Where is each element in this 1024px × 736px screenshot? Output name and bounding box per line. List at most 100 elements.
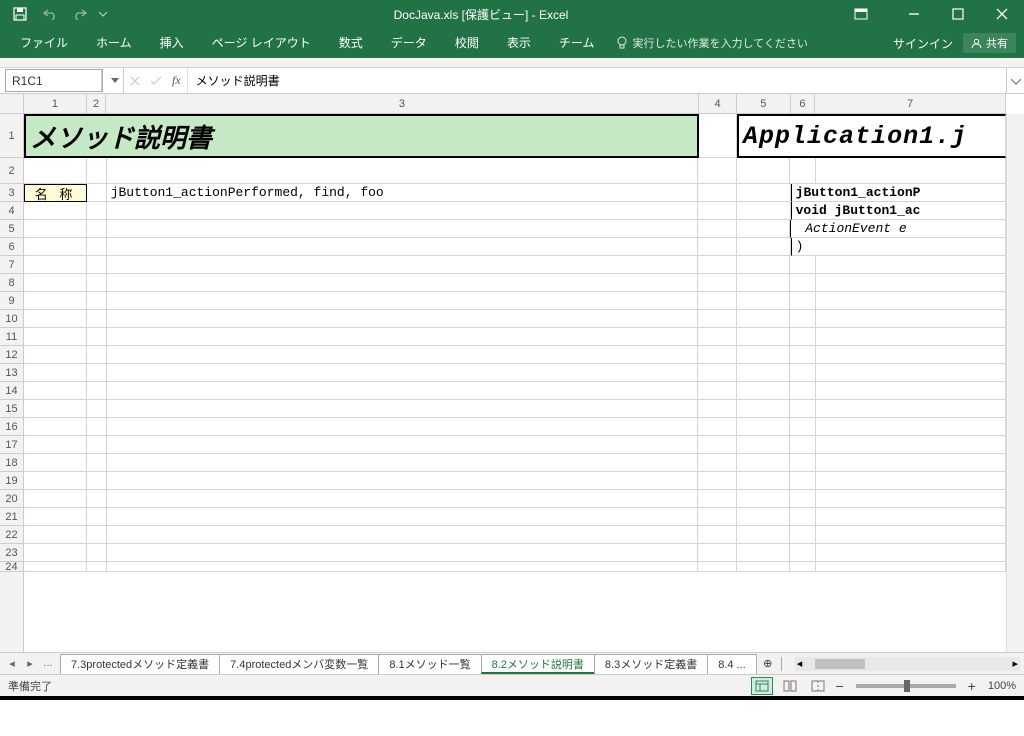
cell[interactable]: [737, 346, 791, 364]
cell[interactable]: [737, 454, 791, 472]
cell-right-r4[interactable]: void jButton1_ac: [791, 202, 1006, 220]
vertical-scrollbar[interactable]: [1006, 114, 1024, 652]
zoom-in-button[interactable]: +: [968, 678, 976, 694]
cell[interactable]: [87, 346, 106, 364]
cell-name-label[interactable]: 名 称: [24, 184, 87, 202]
cell[interactable]: [87, 526, 106, 544]
cell[interactable]: [698, 158, 736, 184]
cell[interactable]: [790, 526, 815, 544]
cell[interactable]: [698, 274, 736, 292]
insert-function-button[interactable]: fx: [172, 73, 181, 88]
cell[interactable]: [24, 202, 87, 220]
zoom-level[interactable]: 100%: [988, 680, 1016, 692]
cell[interactable]: [737, 364, 791, 382]
cell[interactable]: [107, 256, 699, 274]
zoom-thumb[interactable]: [904, 680, 910, 692]
cancel-icon[interactable]: [130, 76, 140, 86]
row-header[interactable]: 2: [0, 158, 23, 184]
cell[interactable]: [790, 472, 815, 490]
horizontal-scrollbar[interactable]: ◂ ▸: [795, 657, 1020, 671]
column-headers[interactable]: 1234567: [24, 94, 1006, 114]
row-header[interactable]: 12: [0, 346, 23, 364]
tab-page-layout[interactable]: ページ レイアウト: [198, 28, 325, 58]
cell[interactable]: [737, 526, 791, 544]
row-header[interactable]: 3: [0, 184, 23, 202]
cell[interactable]: [790, 490, 815, 508]
cell[interactable]: [698, 418, 736, 436]
row-header[interactable]: 7: [0, 256, 23, 274]
cell[interactable]: [698, 526, 736, 544]
cell[interactable]: [698, 256, 736, 274]
cell[interactable]: [816, 158, 1007, 184]
column-header[interactable]: 7: [815, 94, 1006, 113]
cell[interactable]: [24, 400, 87, 418]
view-page-layout-button[interactable]: [779, 677, 801, 695]
row-header[interactable]: 19: [0, 472, 23, 490]
cell[interactable]: [816, 328, 1007, 346]
cell[interactable]: [107, 454, 699, 472]
row-header[interactable]: 22: [0, 526, 23, 544]
cell[interactable]: [107, 544, 699, 562]
tell-me-search[interactable]: 実行したい作業を入力してください: [616, 35, 807, 51]
share-button[interactable]: 共有: [963, 33, 1016, 53]
cell[interactable]: [107, 400, 699, 418]
row-header[interactable]: 24: [0, 562, 23, 572]
cell[interactable]: [816, 292, 1007, 310]
cell[interactable]: [87, 472, 106, 490]
cell[interactable]: [816, 454, 1007, 472]
cell[interactable]: [790, 454, 815, 472]
cell[interactable]: [24, 382, 87, 400]
cell[interactable]: [698, 490, 736, 508]
cell[interactable]: [87, 436, 106, 454]
cell[interactable]: [24, 508, 87, 526]
name-box-dropdown[interactable]: [106, 68, 124, 93]
column-header[interactable]: 4: [699, 94, 737, 113]
cell[interactable]: [698, 184, 736, 202]
ribbon-options-button[interactable]: [846, 0, 876, 28]
cell-title-method-spec[interactable]: メソッド説明書: [24, 114, 699, 158]
expand-formula-bar[interactable]: [1006, 68, 1024, 93]
cell[interactable]: [87, 184, 106, 202]
cell[interactable]: [737, 220, 791, 238]
cell-right-r5[interactable]: ActionEvent e: [790, 220, 1006, 238]
cell[interactable]: [87, 508, 106, 526]
cell[interactable]: [816, 418, 1007, 436]
cell[interactable]: [24, 490, 87, 508]
cell[interactable]: [698, 382, 736, 400]
cell[interactable]: [790, 328, 815, 346]
cell[interactable]: [790, 382, 815, 400]
cell[interactable]: [107, 310, 699, 328]
row-header[interactable]: 14: [0, 382, 23, 400]
cell[interactable]: [816, 310, 1007, 328]
cell[interactable]: [24, 472, 87, 490]
cell[interactable]: [699, 114, 738, 158]
cell[interactable]: [87, 292, 106, 310]
row-header[interactable]: 13: [0, 364, 23, 382]
cell[interactable]: [790, 346, 815, 364]
cell[interactable]: [790, 436, 815, 454]
cell[interactable]: [24, 526, 87, 544]
sheet-tab[interactable]: 7.3protectedメソッド定義書: [60, 654, 220, 674]
save-button[interactable]: [6, 2, 34, 26]
row-header[interactable]: 18: [0, 454, 23, 472]
cell[interactable]: [737, 508, 791, 526]
cell[interactable]: [24, 256, 87, 274]
tab-review[interactable]: 校閲: [441, 28, 493, 58]
cell[interactable]: [737, 490, 791, 508]
cell[interactable]: [790, 364, 815, 382]
cell[interactable]: [24, 158, 87, 184]
cell[interactable]: [816, 346, 1007, 364]
row-header[interactable]: 11: [0, 328, 23, 346]
row-header[interactable]: 16: [0, 418, 23, 436]
row-headers[interactable]: 123456789101112131415161718192021222324: [0, 114, 24, 652]
cell[interactable]: [698, 436, 736, 454]
cell[interactable]: [24, 562, 87, 572]
row-header[interactable]: 20: [0, 490, 23, 508]
cell[interactable]: [87, 400, 106, 418]
cell[interactable]: [698, 508, 736, 526]
sheet-tab[interactable]: 8.2メソッド説明書: [481, 654, 595, 674]
cell[interactable]: [24, 436, 87, 454]
cell[interactable]: [87, 256, 106, 274]
cell[interactable]: [816, 256, 1007, 274]
row-header[interactable]: 1: [0, 114, 23, 158]
